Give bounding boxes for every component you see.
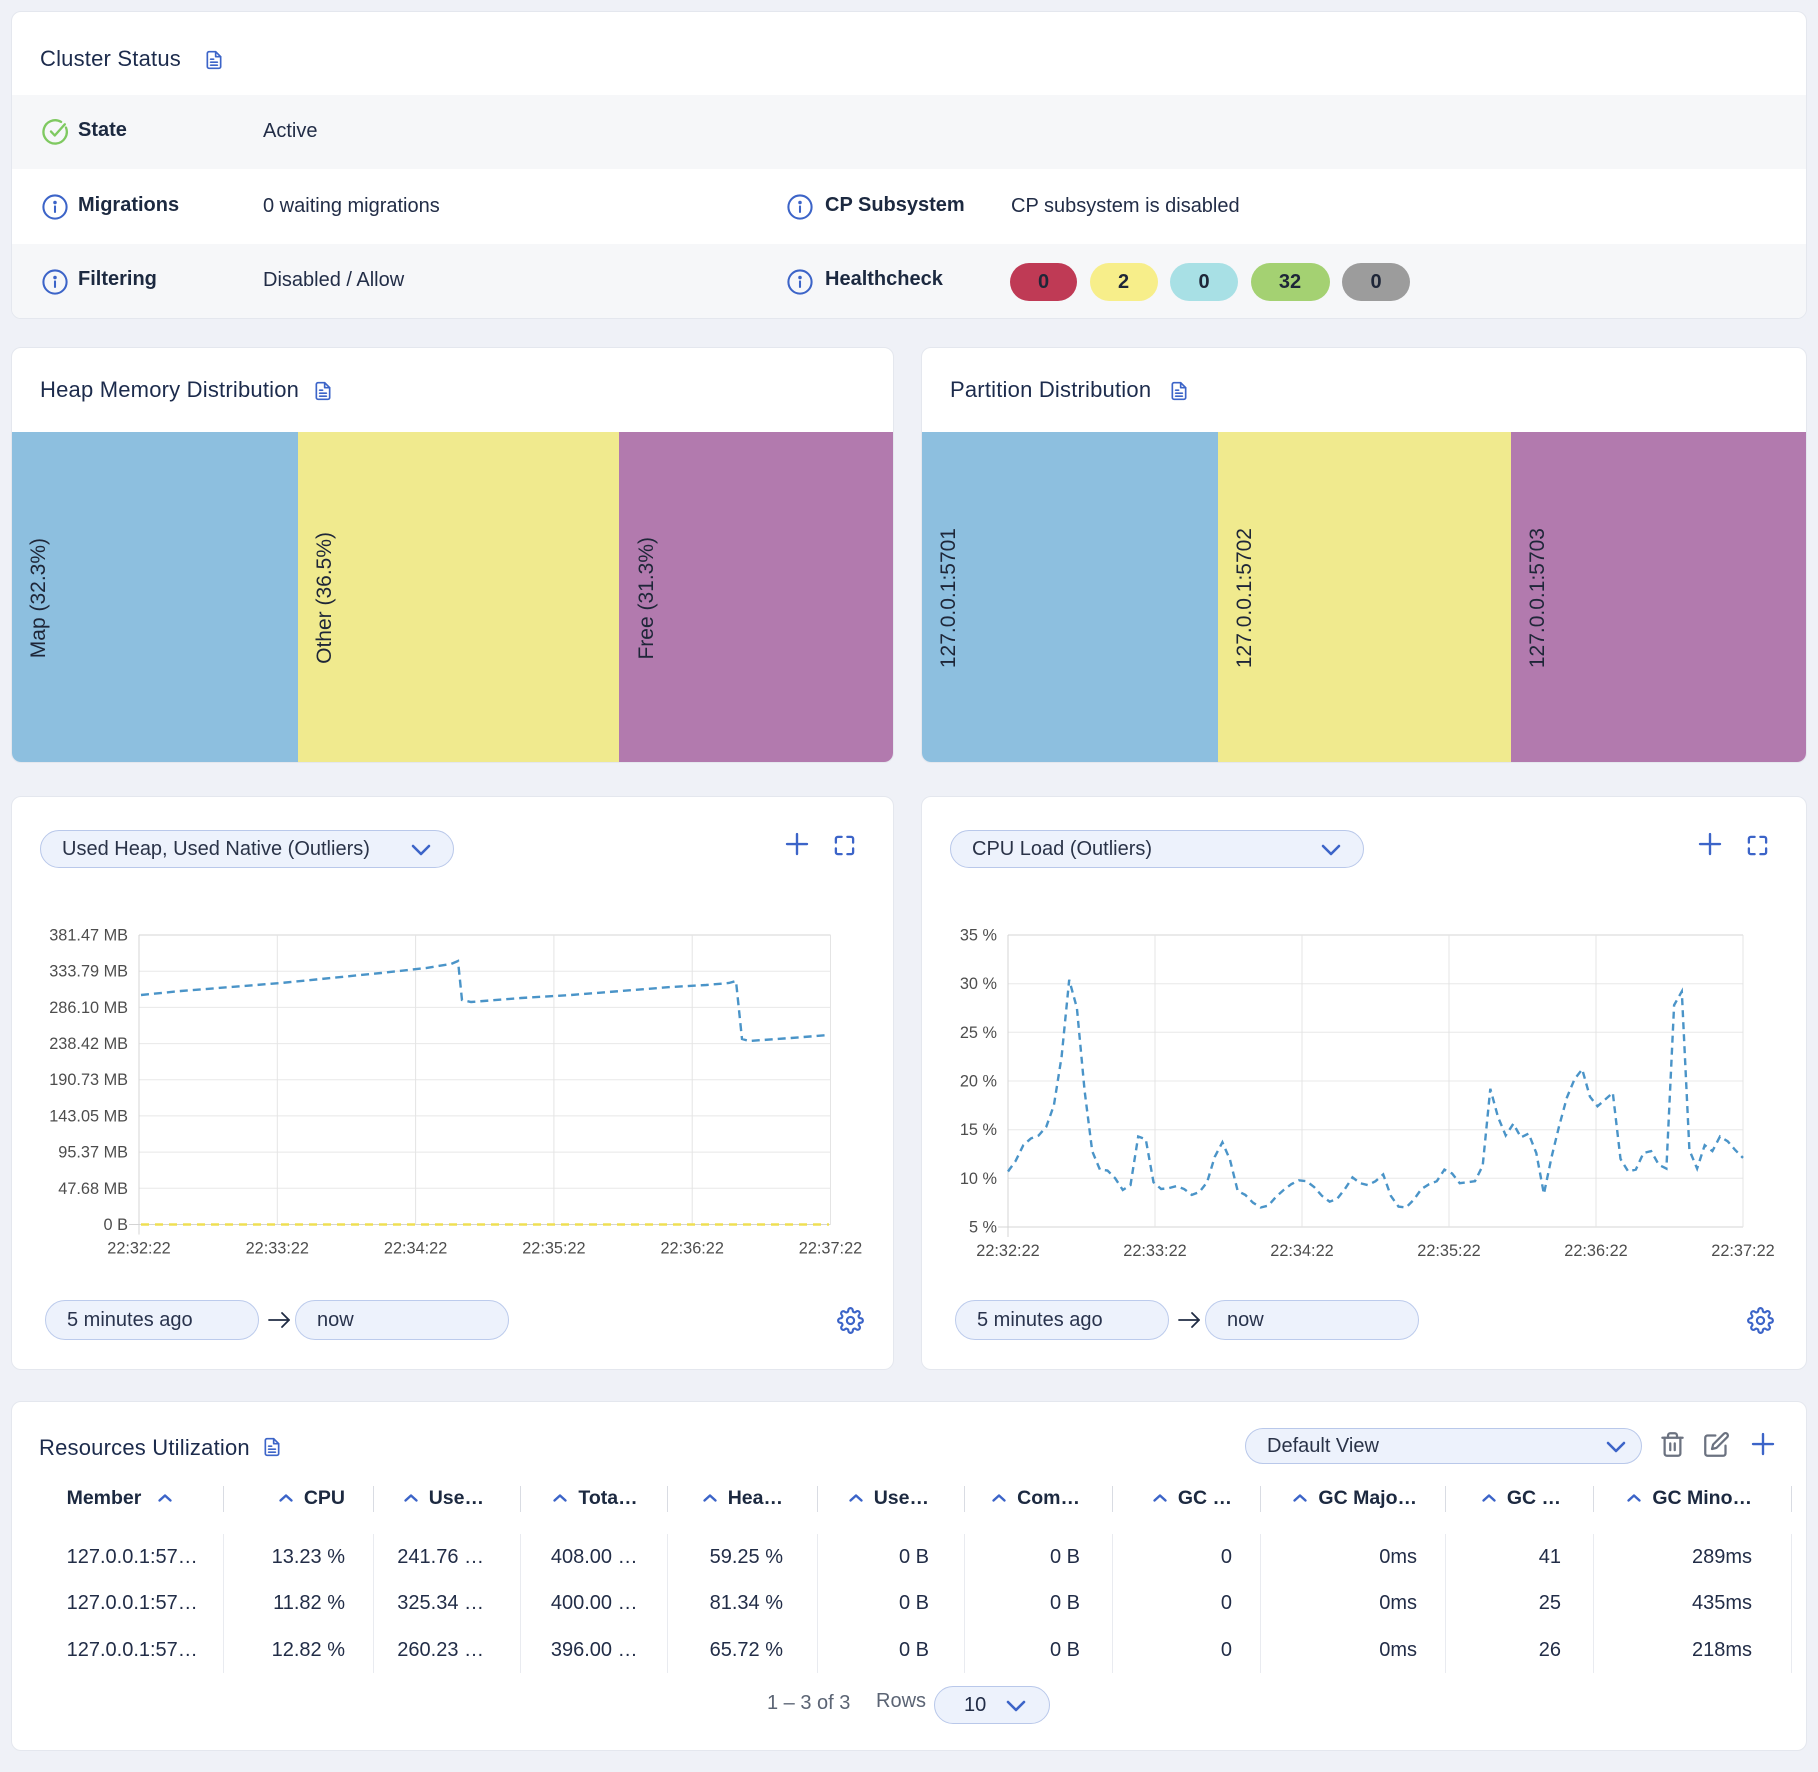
svg-text:22:32:22: 22:32:22 bbox=[976, 1242, 1039, 1260]
svg-text:35 %: 35 % bbox=[960, 927, 997, 945]
svg-text:22:37:22: 22:37:22 bbox=[1711, 1242, 1774, 1260]
svg-text:190.73 MB: 190.73 MB bbox=[49, 1071, 128, 1089]
svg-text:25 %: 25 % bbox=[960, 1024, 997, 1042]
svg-text:47.68 MB: 47.68 MB bbox=[58, 1180, 128, 1198]
svg-text:22:37:22: 22:37:22 bbox=[799, 1240, 862, 1258]
svg-text:95.37 MB: 95.37 MB bbox=[58, 1144, 128, 1162]
svg-text:5 %: 5 % bbox=[969, 1219, 997, 1237]
svg-text:22:36:22: 22:36:22 bbox=[1564, 1242, 1627, 1260]
svg-text:238.42 MB: 238.42 MB bbox=[49, 1035, 128, 1053]
svg-text:381.47 MB: 381.47 MB bbox=[49, 927, 128, 945]
svg-text:0 B: 0 B bbox=[104, 1216, 128, 1234]
svg-text:20 %: 20 % bbox=[960, 1073, 997, 1091]
svg-text:22:32:22: 22:32:22 bbox=[107, 1240, 170, 1258]
svg-text:22:36:22: 22:36:22 bbox=[661, 1240, 724, 1258]
svg-text:15 %: 15 % bbox=[960, 1121, 997, 1139]
svg-text:333.79 MB: 333.79 MB bbox=[49, 963, 128, 981]
svg-text:286.10 MB: 286.10 MB bbox=[49, 999, 128, 1017]
svg-text:22:33:22: 22:33:22 bbox=[246, 1240, 309, 1258]
svg-text:22:35:22: 22:35:22 bbox=[522, 1240, 585, 1258]
svg-text:143.05 MB: 143.05 MB bbox=[49, 1107, 128, 1125]
svg-text:22:35:22: 22:35:22 bbox=[1417, 1242, 1480, 1260]
svg-text:30 %: 30 % bbox=[960, 975, 997, 993]
svg-text:22:34:22: 22:34:22 bbox=[384, 1240, 447, 1258]
svg-text:22:34:22: 22:34:22 bbox=[1270, 1242, 1333, 1260]
svg-text:10 %: 10 % bbox=[960, 1170, 997, 1188]
svg-text:22:33:22: 22:33:22 bbox=[1123, 1242, 1186, 1260]
